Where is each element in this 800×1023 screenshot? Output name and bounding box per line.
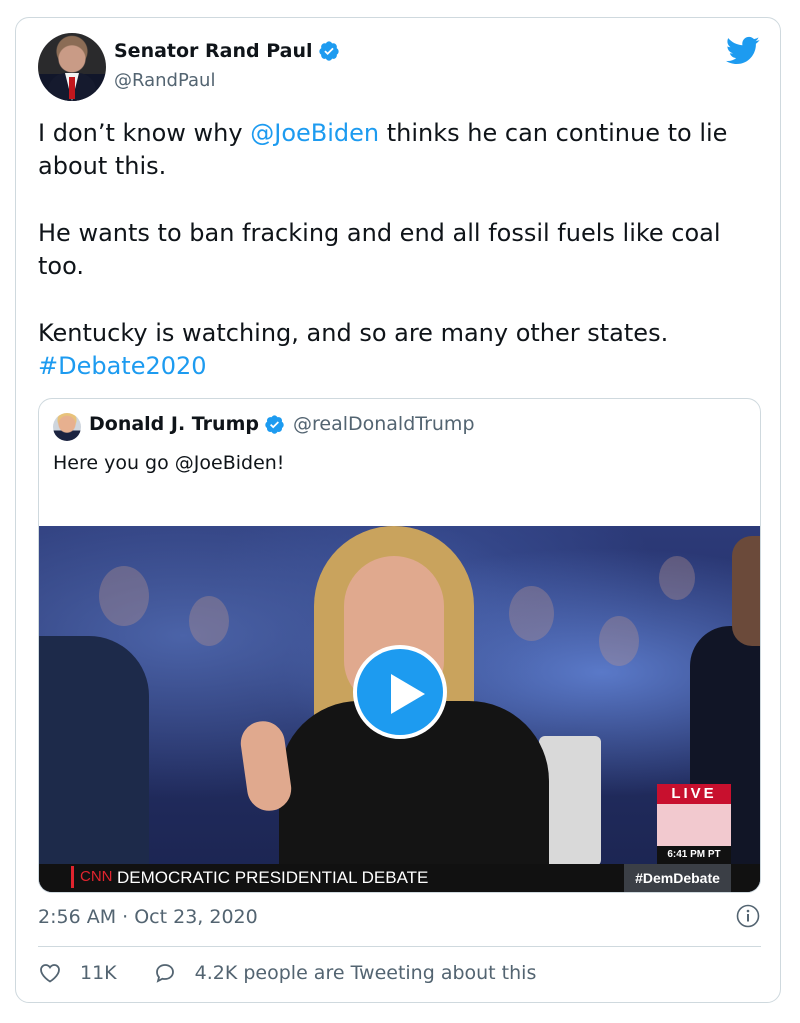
broadcast-banner: DEMOCRATIC PRESIDENTIAL DEBATE [117, 868, 429, 887]
heart-icon[interactable] [38, 961, 62, 985]
like-action[interactable]: 11K [38, 961, 117, 985]
author-name-row: Senator Rand Paul [114, 40, 340, 62]
author-handle[interactable]: @RandPaul [114, 70, 215, 91]
divider [38, 946, 761, 947]
crowd-blur [189, 596, 229, 646]
crowd-blur [509, 586, 554, 641]
quoted-author-avatar[interactable] [53, 413, 81, 441]
like-count[interactable]: 11K [80, 962, 117, 984]
speech-bubble-icon[interactable] [153, 961, 177, 985]
tweet-paragraph-2: He wants to ban fracking and end all fos… [38, 219, 721, 280]
play-icon[interactable] [391, 674, 425, 714]
tweet-paragraph-1: I don’t know why @JoeBiden thinks he can… [38, 117, 768, 183]
network-logo: CNN [71, 866, 113, 888]
crowd-blur [599, 616, 639, 666]
hashtag-link[interactable]: #Debate2020 [38, 352, 207, 380]
crowd-blur [99, 566, 149, 626]
broadcast-time: 6:41 PM PT [657, 846, 731, 864]
verified-badge-icon [265, 414, 284, 434]
tweeting-about-text[interactable]: 4.2K people are Tweeting about this [195, 962, 537, 984]
avatar-tie [69, 77, 75, 99]
video-figure-left [39, 636, 149, 892]
author-avatar[interactable] [38, 33, 106, 101]
verified-badge-icon [318, 41, 339, 61]
tweet-timestamp[interactable]: 2:56 AM · Oct 23, 2020 [38, 906, 258, 928]
quoted-author-name[interactable]: Donald J. Trump [89, 413, 259, 435]
reply-action[interactable]: 4.2K people are Tweeting about this [153, 961, 537, 985]
info-icon[interactable] [736, 904, 760, 928]
live-label: LIVE [657, 784, 731, 804]
broadcast-hashtag: #DemDebate [624, 864, 731, 892]
action-bar: 11K 4.2K people are Tweeting about this [38, 961, 536, 985]
video-figure-right-face [732, 536, 760, 646]
video-player[interactable]: LIVE 6:41 PM PT CNN DEMOCRATIC PRESIDENT… [39, 526, 760, 892]
text-segment: I don’t know why [38, 119, 251, 147]
quoted-author-handle[interactable]: @realDonaldTrump [293, 413, 475, 435]
crowd-blur [659, 556, 695, 600]
quoted-author-row: Donald J. Trump @realDonaldTrump [89, 413, 475, 435]
video-host-arm [237, 718, 295, 814]
tweet-paragraph-3: Kentucky is watching, and so are many ot… [38, 317, 768, 383]
author-name[interactable]: Senator Rand Paul [114, 40, 313, 62]
tweet-card: Senator Rand Paul @RandPaul I don’t know… [15, 17, 781, 1003]
mention-link[interactable]: @JoeBiden [250, 119, 379, 147]
quoted-tweet[interactable]: Donald J. Trump @realDonaldTrump Here yo… [38, 398, 761, 893]
text-segment: Kentucky is watching, and so are many ot… [38, 319, 669, 347]
tweet-text: I don’t know why @JoeBiden thinks he can… [38, 117, 768, 383]
quoted-tweet-text: Here you go @JoeBiden! [53, 452, 285, 474]
twitter-bird-icon[interactable] [726, 36, 760, 66]
